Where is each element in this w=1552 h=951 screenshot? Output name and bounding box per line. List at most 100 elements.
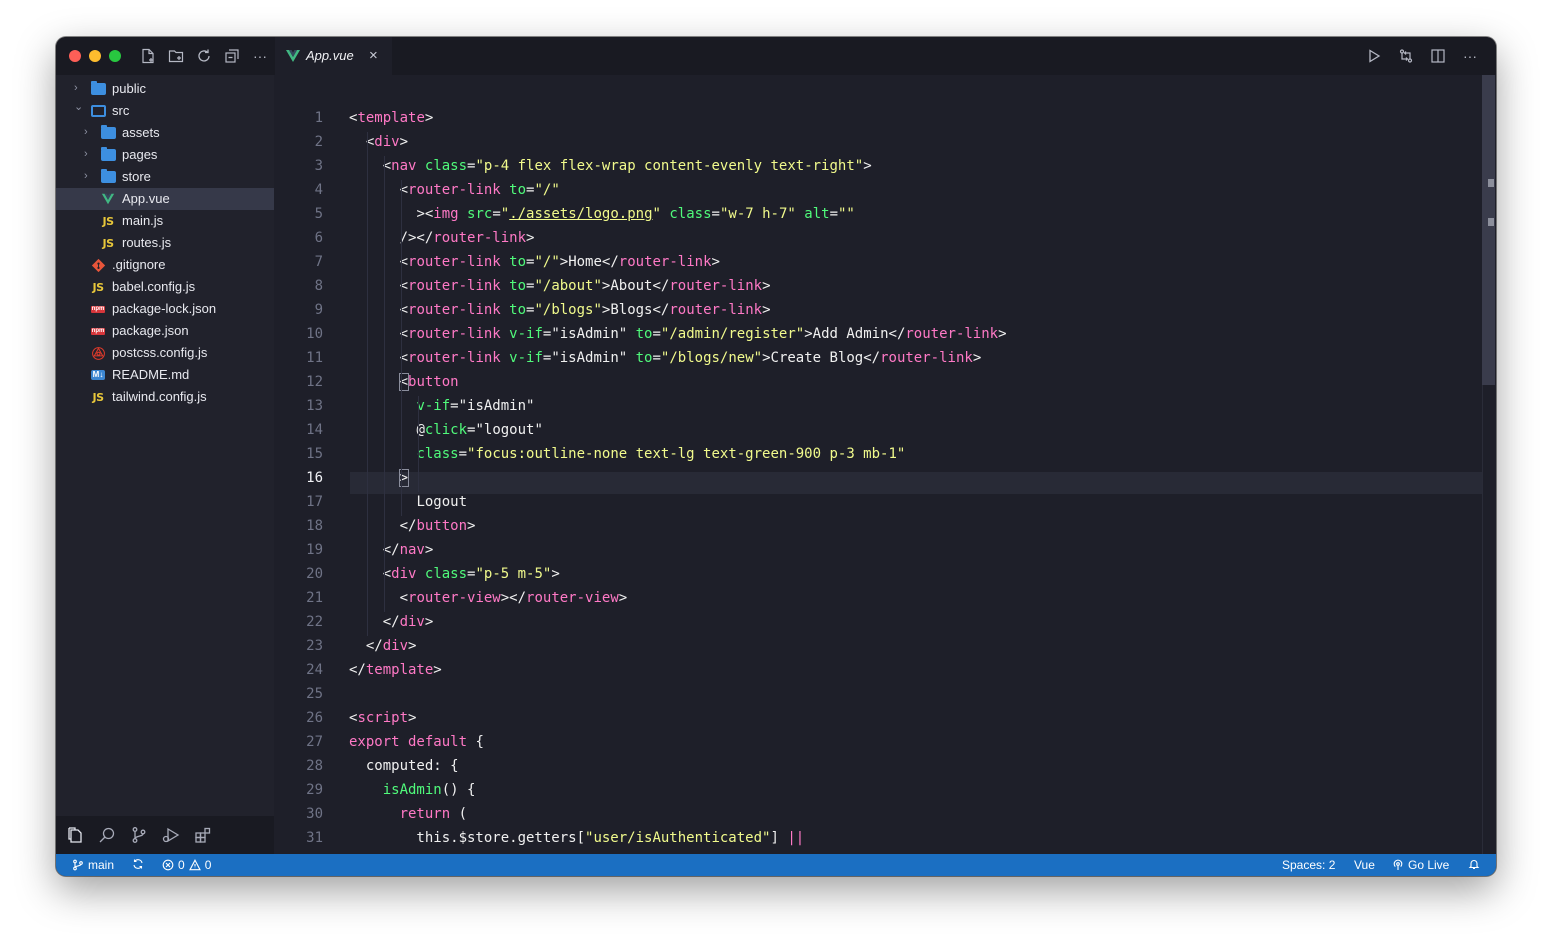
code-token: Logout [416,494,468,510]
tree-item[interactable]: npm package.json [56,320,274,342]
extensions-icon[interactable] [194,826,214,846]
warning-icon [188,859,201,871]
code-line[interactable]: <router-view></router-view> [349,590,628,606]
close-window-button[interactable] [69,50,81,62]
tree-item[interactable]: › assets [56,122,274,144]
sync-button[interactable] [132,858,144,870]
refresh-icon[interactable] [194,46,214,66]
code-line[interactable]: <router-link v-if="isAdmin" to="/blogs/n… [349,350,982,366]
line-number: 18 [306,518,323,534]
branch-indicator[interactable]: main [72,858,114,872]
code-line[interactable]: <template> [349,110,433,126]
chevron-down-icon[interactable]: ⌄ [74,100,84,113]
tree-item[interactable]: M↓ README.md [56,364,274,386]
code-token: router-view [526,590,619,606]
language-mode[interactable]: Vue [1354,858,1375,872]
tree-item[interactable]: › public [56,78,274,100]
code-line[interactable]: <div> [349,134,408,150]
code-line[interactable]: /></router-link> [349,230,535,246]
tree-item[interactable]: JS main.js [56,210,274,232]
chevron-right-icon[interactable]: › [84,170,94,182]
search-icon[interactable] [98,826,118,846]
indent-guide [384,156,385,612]
code-token: img [433,206,459,222]
code-token: > [424,110,434,126]
code-line[interactable]: <router-link to="/">Home</router-link> [349,254,720,270]
code-line[interactable]: <button [349,373,459,391]
code-token: > [711,254,720,270]
code-line[interactable]: > [349,469,410,487]
code-token: "/about" [534,278,602,294]
chevron-right-icon[interactable]: › [74,82,84,94]
code-line[interactable]: <router-link v-if="isAdmin" to="/admin/r… [349,326,1007,342]
minimize-window-button[interactable] [89,50,101,62]
new-file-icon[interactable] [138,46,158,66]
line-number: 10 [306,326,323,342]
tree-item-label: babel.config.js [112,279,196,294]
code-line[interactable]: isAdmin() { [349,782,476,798]
code-token: </ [601,254,619,270]
code-line[interactable]: <div class="p-5 m-5"> [349,566,560,582]
code-line[interactable]: </div> [349,614,434,630]
code-line[interactable]: <nav class="p-4 flex flex-wrap content-e… [349,158,872,174]
chevron-right-icon[interactable]: › [84,126,94,138]
indentation-indicator[interactable]: Spaces: 2 [1282,858,1335,872]
code-line[interactable]: </nav> [349,542,434,558]
code-token: div [399,614,425,630]
explorer-icon[interactable] [66,826,86,846]
notifications-button[interactable] [1468,858,1480,870]
code-line[interactable]: </template> [349,662,442,678]
tree-item[interactable]: postcss.config.js [56,342,274,364]
code-line[interactable]: </div> [349,638,417,654]
editor-more-icon[interactable]: ··· [1460,46,1480,66]
vertical-scrollbar[interactable] [1482,75,1496,854]
code-line[interactable]: <script> [349,710,416,726]
code-token: to [509,182,527,198]
tree-item[interactable]: › store [56,166,274,188]
code-line[interactable]: <router-link to="/" [349,182,560,198]
code-line[interactable]: @click="logout" [349,422,542,438]
compare-icon[interactable] [1396,46,1416,66]
tree-item-label: package-lock.json [112,301,217,316]
code-line[interactable]: return ( [349,806,467,822]
more-icon[interactable]: ··· [250,46,270,66]
maximize-window-button[interactable] [109,50,121,62]
go-live-button[interactable]: Go Live [1392,858,1449,872]
tree-item[interactable]: › pages [56,144,274,166]
broadcast-icon [1393,859,1403,870]
tree-item[interactable]: npm package-lock.json [56,298,274,320]
code-token: = [450,398,459,414]
status-bar: main 0 0 Spaces: 2 Vue Go Live [56,854,1496,876]
tree-item[interactable]: JS tailwind.config.js [56,386,274,408]
code-line[interactable]: this.$store.getters["user/isAuthenticate… [349,830,804,846]
code-line[interactable]: ><img src="./assets/logo.png" class="w-7… [349,206,854,222]
tab-close-icon[interactable]: × [369,47,378,64]
tree-item[interactable]: App.vue [56,188,274,210]
tree-item[interactable]: JS routes.js [56,232,274,254]
chevron-right-icon[interactable]: › [84,148,94,160]
new-folder-icon[interactable] [166,46,186,66]
tree-item-label: src [112,103,130,118]
tree-item[interactable]: JS babel.config.js [56,276,274,298]
source-control-icon[interactable] [130,826,150,846]
code-line[interactable]: class="focus:outline-none text-lg text-g… [349,446,905,462]
code-line[interactable]: <router-link to="/about">About</router-l… [349,278,771,294]
code-line[interactable]: <router-link to="/blogs">Blogs</router-l… [349,302,771,318]
code-editor[interactable]: 1 2 3 4 5 6 7 8 9 10 11 12 13 14 15 16 17 18 19 20 21 22 23 24 2… [274,75,1496,854]
code-line[interactable]: export default { [349,734,484,750]
code-token: > [408,638,417,654]
scrollbar-thumb[interactable] [1482,75,1495,385]
line-number: 6 [314,230,323,246]
tree-item[interactable]: ⌄ src [56,100,274,122]
run-debug-icon[interactable] [162,826,182,846]
code-line[interactable]: v-if="isAdmin" [349,398,534,414]
tree-item[interactable]: .gitignore [56,254,274,276]
tab-app-vue[interactable]: App.vue × [275,37,392,75]
run-icon[interactable] [1364,46,1384,66]
code-line[interactable]: computed: { [349,758,459,774]
collapse-icon[interactable] [222,46,242,66]
split-editor-icon[interactable] [1428,46,1448,66]
line-number: 3 [314,158,323,174]
problems-indicator[interactable]: 0 0 [162,858,211,872]
